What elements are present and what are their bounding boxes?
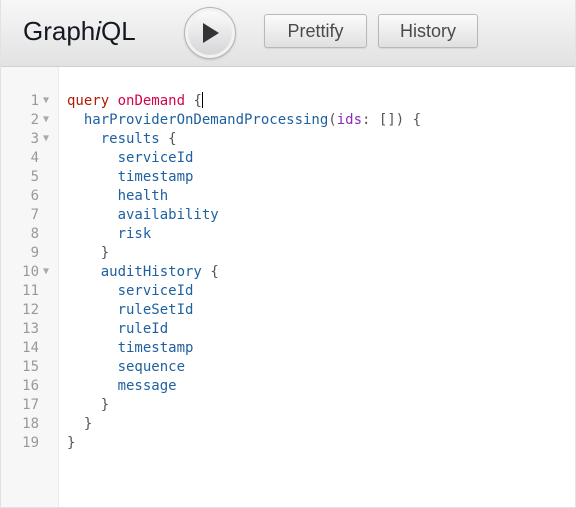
code-line: 18 } [1, 414, 575, 434]
toolbar: GraphiQL Prettify History [1, 0, 575, 67]
line-number: 10 [22, 264, 39, 280]
prettify-button[interactable]: Prettify [264, 14, 367, 48]
line-number: 17 [22, 397, 39, 413]
code-line: 12 ruleSetId [1, 300, 575, 320]
code-line: 13 ruleId [1, 319, 575, 339]
code-line: 19 } [1, 433, 575, 453]
code-line: 7 availability [1, 205, 575, 225]
line-number: 9 [30, 245, 39, 261]
brace: } [100, 397, 110, 413]
code-line: 11 serviceId [1, 281, 575, 301]
code-line: 3 ▼ results { [1, 129, 575, 149]
operation-name: onDemand [117, 93, 186, 109]
line-number: 5 [30, 169, 39, 185]
code-line: 17 } [1, 395, 575, 415]
field-name: results [100, 131, 160, 147]
line-number: 14 [22, 340, 39, 356]
line-number: 19 [22, 435, 39, 451]
line-number: 4 [30, 150, 39, 166]
line-number: 18 [22, 416, 39, 432]
brace: { [193, 93, 202, 109]
field-name: sequence [117, 359, 186, 375]
code-line: 1 ▼ query onDemand { [1, 91, 575, 111]
colon: : [362, 112, 371, 128]
field-name: harProviderOnDemandProcessing [83, 112, 329, 128]
line-number: 6 [30, 188, 39, 204]
code-line: 16 message [1, 376, 575, 396]
fold-arrow-icon[interactable]: ▼ [43, 129, 49, 149]
line-number: 13 [22, 321, 39, 337]
code-line: 10 ▼ auditHistory { [1, 262, 575, 282]
brace: } [100, 245, 110, 261]
field-name: health [117, 188, 169, 204]
code-line: 2 ▼ harProviderOnDemandProcessing(ids: [… [1, 110, 575, 130]
argument-value: [] [378, 112, 396, 128]
line-number: 12 [22, 302, 39, 318]
paren: ( [328, 112, 337, 128]
field-name: ruleSetId [117, 302, 194, 318]
argument-name: ids [336, 112, 363, 128]
text-cursor [201, 92, 203, 108]
line-number: 15 [22, 359, 39, 375]
field-name: message [117, 378, 177, 394]
app-title-suffix: QL [101, 16, 136, 46]
code-line: 4 serviceId [1, 148, 575, 168]
fold-arrow-icon[interactable]: ▼ [43, 262, 49, 282]
code-line: 6 health [1, 186, 575, 206]
graphiql-window: GraphiQL Prettify History 1 ▼ query onDe… [0, 0, 576, 508]
brace: { [168, 131, 177, 147]
field-name: ruleId [117, 321, 169, 337]
execute-query-button[interactable] [184, 7, 236, 59]
line-number: 8 [30, 226, 39, 242]
fold-arrow-icon[interactable]: ▼ [43, 91, 49, 111]
line-number: 1 [30, 93, 39, 109]
line-number: 7 [30, 207, 39, 223]
paren-brace: ) { [395, 112, 422, 128]
app-title: GraphiQL [23, 16, 136, 47]
field-name: auditHistory [100, 264, 202, 280]
history-button[interactable]: History [378, 14, 478, 48]
field-name: serviceId [117, 283, 194, 299]
code-line: 14 timestamp [1, 338, 575, 358]
line-number: 11 [22, 283, 39, 299]
field-name: risk [117, 226, 152, 242]
fold-arrow-icon[interactable]: ▼ [43, 110, 49, 130]
field-name: timestamp [117, 340, 194, 356]
keyword: query [67, 93, 110, 109]
code-line: 8 risk [1, 224, 575, 244]
line-number: 16 [22, 378, 39, 394]
line-number: 3 [30, 131, 39, 147]
field-name: availability [117, 207, 219, 223]
code-line: 9 } [1, 243, 575, 263]
field-name: serviceId [117, 150, 194, 166]
field-name: timestamp [117, 169, 194, 185]
brace: { [210, 264, 219, 280]
brace: } [83, 416, 93, 432]
code-line: 15 sequence [1, 357, 575, 377]
app-title-prefix: Graph [23, 16, 96, 46]
query-editor[interactable]: 1 ▼ query onDemand { 2 ▼ harProviderOnDe… [1, 67, 575, 507]
code-line: 5 timestamp [1, 167, 575, 187]
brace: } [67, 435, 76, 451]
play-icon [203, 23, 219, 43]
line-number: 2 [30, 112, 39, 128]
